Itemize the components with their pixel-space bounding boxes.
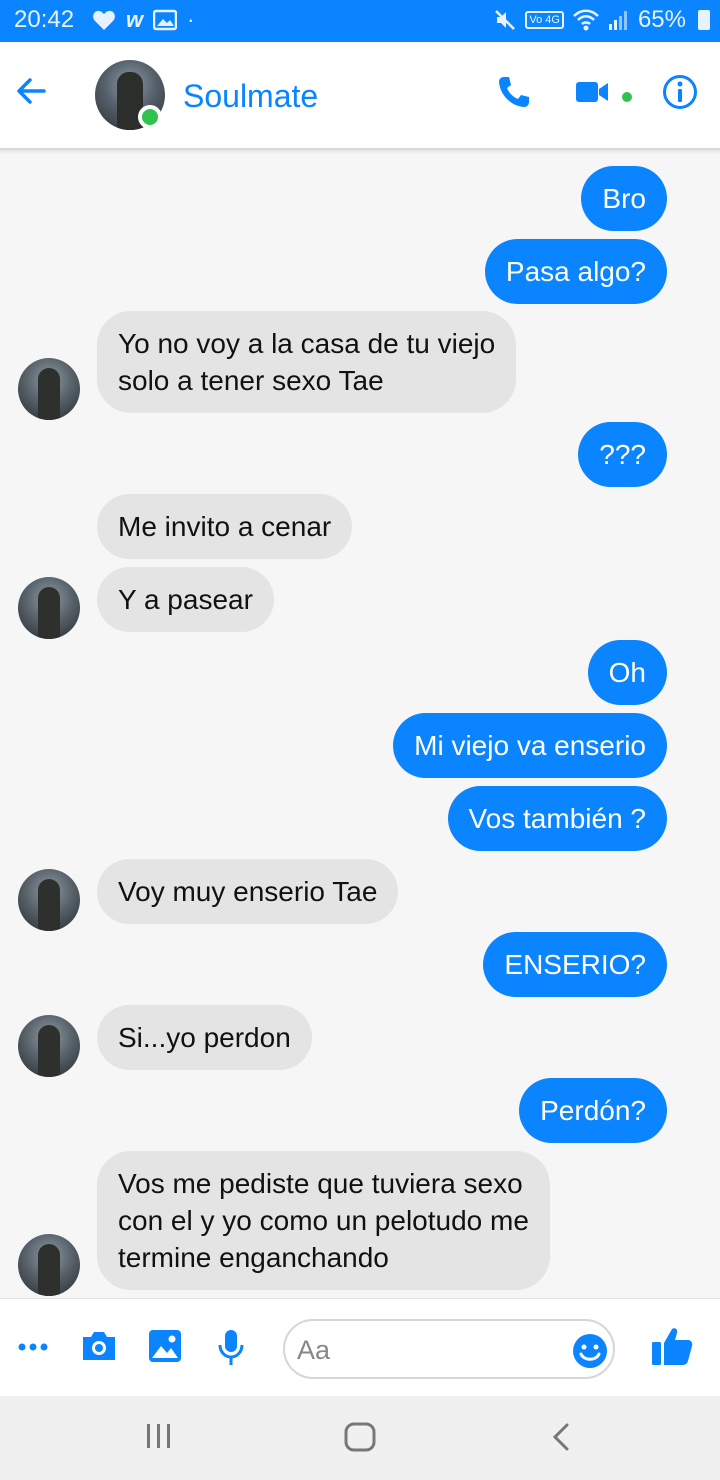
message-incoming[interactable]: Voy muy enserio Tae: [97, 859, 399, 924]
message-outgoing[interactable]: ENSERIO?: [483, 932, 667, 997]
message-outgoing[interactable]: Vos también ?: [447, 786, 667, 851]
heart-icon: [93, 10, 115, 31]
emoji-icon[interactable]: [572, 1333, 608, 1369]
contact-avatar-small[interactable]: [18, 358, 80, 420]
back-arrow-icon[interactable]: [14, 74, 48, 108]
dot-icon: ·: [187, 7, 195, 32]
message-outgoing[interactable]: ???: [578, 422, 667, 487]
video-active-dot: [622, 92, 632, 102]
battery-percent: 65%: [637, 6, 686, 33]
more-icon[interactable]: [18, 1343, 48, 1351]
message-line: Vos me pediste que tuviera sexo: [118, 1168, 523, 1199]
message-line: solo a tener sexo Tae: [118, 365, 384, 396]
system-icons: Vo 4G 65%: [493, 6, 710, 34]
message-outgoing[interactable]: Perdón?: [519, 1078, 667, 1143]
message-incoming[interactable]: Si...yo perdon: [97, 1005, 312, 1070]
message-incoming[interactable]: Y a pasear: [97, 567, 274, 632]
contact-avatar-small[interactable]: [18, 869, 80, 931]
signal-icon: [608, 11, 627, 30]
message-outgoing[interactable]: Bro: [581, 166, 667, 231]
message-incoming[interactable]: Yo no voy a la casa de tu viejo solo a t…: [97, 311, 517, 413]
phone-icon[interactable]: [496, 74, 532, 110]
back-nav-icon[interactable]: [550, 1422, 572, 1452]
wifi-icon: [573, 9, 599, 31]
w-app-icon: w: [126, 7, 144, 32]
contact-avatar-small[interactable]: [18, 1015, 80, 1077]
contact-avatar-small[interactable]: [18, 1234, 80, 1296]
image-icon[interactable]: [148, 1329, 182, 1363]
video-icon[interactable]: [574, 74, 610, 110]
mute-icon: [495, 10, 516, 30]
message-line: Yo no voy a la casa de tu viejo: [118, 328, 496, 359]
notification-icons: w ·: [92, 6, 194, 34]
message-outgoing[interactable]: Pasa algo?: [484, 239, 667, 304]
message-line: termine enganchando: [118, 1242, 389, 1273]
chat-header: Soulmate: [0, 42, 720, 150]
contact-name[interactable]: Soulmate: [183, 78, 318, 115]
home-icon[interactable]: [344, 1422, 376, 1452]
system-nav-bar: [0, 1396, 720, 1480]
message-outgoing[interactable]: Oh: [587, 640, 667, 705]
composer-bar: Aa: [0, 1298, 720, 1396]
message-line: con el y yo como un pelotudo me: [118, 1205, 529, 1236]
status-time: 20:42: [14, 6, 75, 33]
like-icon[interactable]: [650, 1325, 694, 1367]
info-icon[interactable]: [662, 74, 698, 110]
battery-icon: [698, 10, 710, 30]
camera-icon[interactable]: [80, 1329, 118, 1363]
status-bar: 20:42 w · Vo 4G 65%: [0, 0, 720, 42]
recents-icon[interactable]: [145, 1422, 173, 1450]
message-incoming[interactable]: Me invito a cenar: [97, 494, 353, 559]
contact-avatar-small[interactable]: [18, 577, 80, 639]
mic-icon[interactable]: [216, 1329, 246, 1367]
online-indicator: [138, 105, 162, 129]
gallery-icon: [153, 9, 178, 31]
message-outgoing[interactable]: Mi viejo va enserio: [393, 713, 667, 778]
message-incoming[interactable]: Vos me pediste que tuviera sexo con el y…: [97, 1151, 550, 1290]
message-input-placeholder: Aa: [297, 1335, 331, 1365]
network-badge: Vo 4G: [525, 11, 564, 29]
message-input[interactable]: Aa: [283, 1319, 615, 1379]
